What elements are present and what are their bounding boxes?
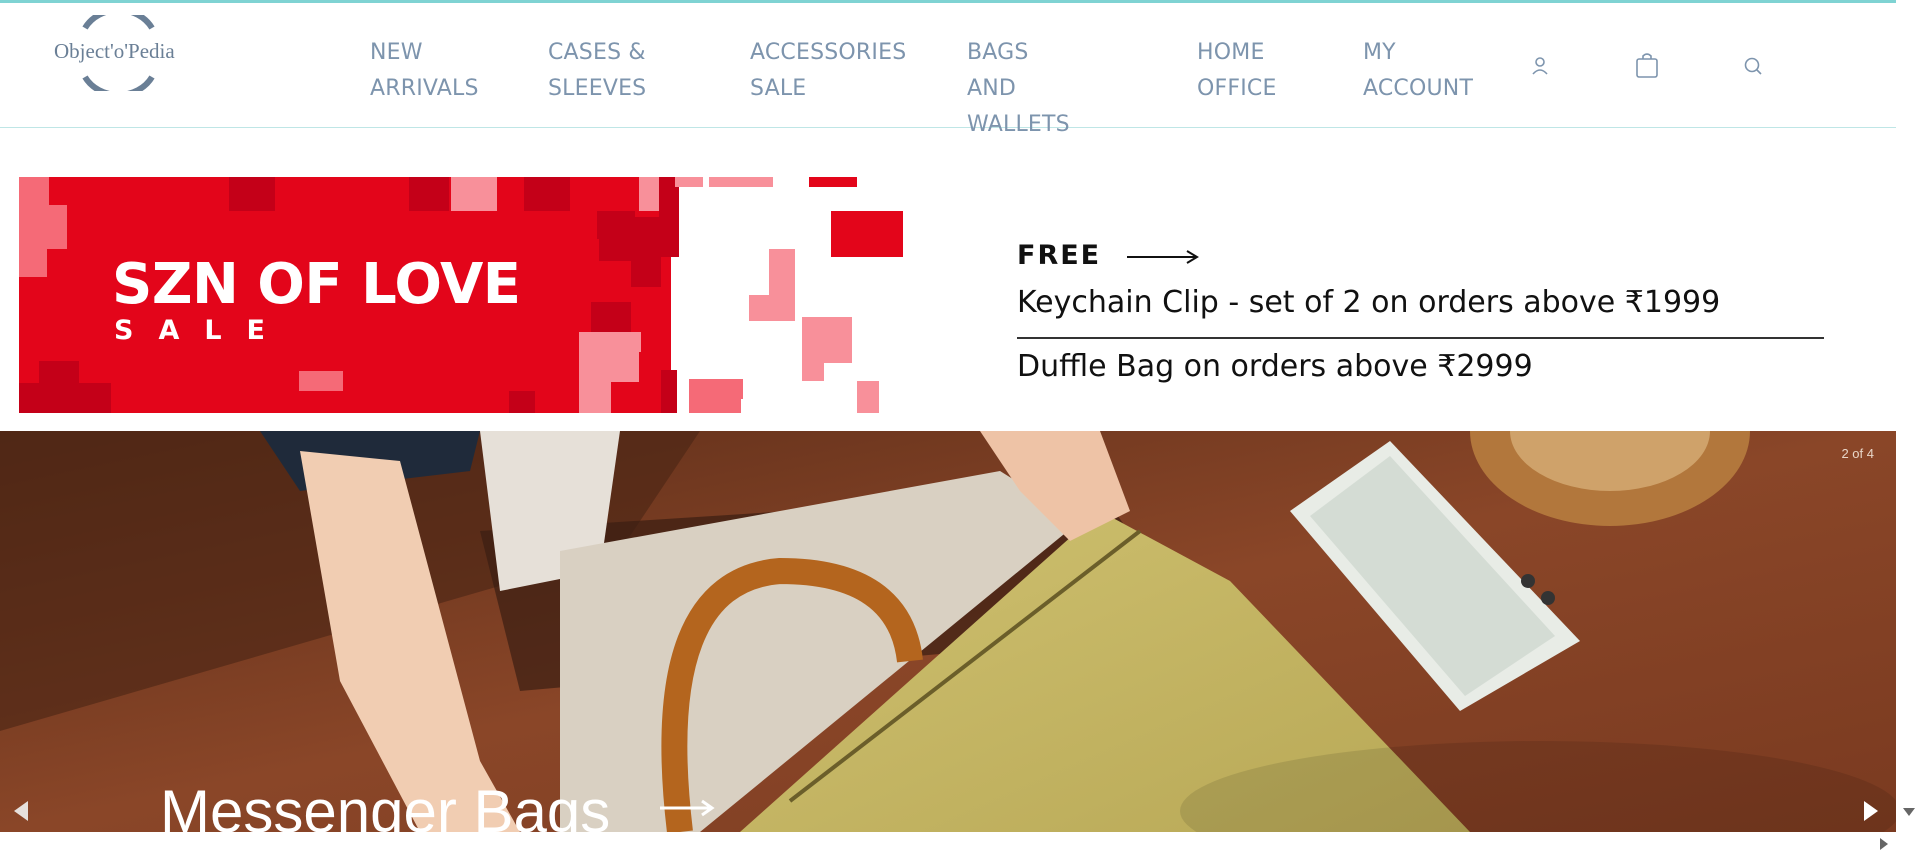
pixel-block (809, 177, 857, 187)
hero-title[interactable]: Messenger Bags (160, 777, 610, 832)
pixel-block (857, 381, 879, 413)
nav-home-office[interactable]: HOME OFFICE (1197, 35, 1277, 107)
pixel-block (19, 177, 49, 205)
pixel-block (631, 217, 661, 287)
brand-name: Object'o'Pedia (54, 39, 175, 63)
pixel-block (709, 177, 749, 187)
pixel-block (299, 371, 343, 391)
horizontal-scrollbar[interactable] (0, 832, 1896, 855)
pixel-block (639, 352, 649, 412)
pixel-block (599, 211, 635, 261)
user-icon[interactable] (1528, 54, 1552, 78)
promo-title: SZN OF LOVE (112, 252, 521, 317)
nav-accessories-sale[interactable]: ACCESSORIES SALE (750, 35, 906, 107)
pixel-block (675, 177, 703, 187)
pixel-block (749, 295, 795, 321)
pixel-block (509, 391, 535, 413)
offer-divider (1017, 337, 1824, 339)
pixel-block (749, 177, 773, 187)
promo-banner[interactable]: SZN OF LOVE SALE (19, 177, 905, 413)
search-icon[interactable] (1741, 54, 1765, 78)
pixel-block (661, 370, 677, 413)
offer-keychain: Keychain Clip - set of 2 on orders above… (1017, 285, 1721, 320)
pixel-block (831, 211, 903, 257)
pixel-block (19, 383, 111, 413)
pixel-block (524, 177, 570, 211)
hero-arrow-icon[interactable] (660, 798, 716, 818)
shopping-bag-icon[interactable] (1634, 51, 1660, 79)
hero-carousel[interactable]: Messenger Bags 2 of 4 (0, 431, 1896, 832)
pixel-block (719, 379, 743, 399)
pixel-block (579, 332, 611, 413)
pixel-block (229, 177, 275, 211)
hero-image (0, 431, 1896, 832)
pixel-block (802, 317, 852, 363)
brand-logo[interactable]: Object'o'Pedia (52, 15, 198, 91)
pixel-block (39, 361, 79, 383)
offer-free-label: FREE (1017, 240, 1102, 271)
nav-new-arrivals[interactable]: NEW ARRIVALS (370, 35, 479, 107)
nav-my-account[interactable]: MY ACCOUNT (1363, 35, 1473, 107)
chevron-left-icon[interactable] (14, 801, 30, 821)
pixel-block (19, 249, 47, 277)
nav-cases-sleeves[interactable]: CASES & SLEEVES (548, 35, 646, 107)
scroll-down-icon[interactable] (1903, 808, 1915, 818)
pixel-block (659, 177, 679, 257)
vertical-scrollbar[interactable] (1896, 0, 1920, 855)
site-header: Object'o'Pedia NEW ARRIVALS CASES & SLEE… (0, 3, 1896, 137)
offer-duffle: Duffle Bag on orders above ₹2999 (1017, 349, 1533, 384)
promo-subtitle: SALE (114, 315, 290, 346)
arrow-right-icon (1127, 250, 1199, 264)
pixel-block (409, 177, 449, 211)
pixel-block (609, 332, 641, 382)
slide-counter: 2 of 4 (1841, 446, 1874, 461)
scroll-right-icon[interactable] (1880, 838, 1890, 850)
pixel-block (451, 177, 497, 211)
chevron-right-icon[interactable] (1862, 801, 1878, 821)
pixel-block (19, 205, 67, 249)
nav-bags-wallets[interactable]: BAGS AND WALLETS (967, 35, 1070, 143)
